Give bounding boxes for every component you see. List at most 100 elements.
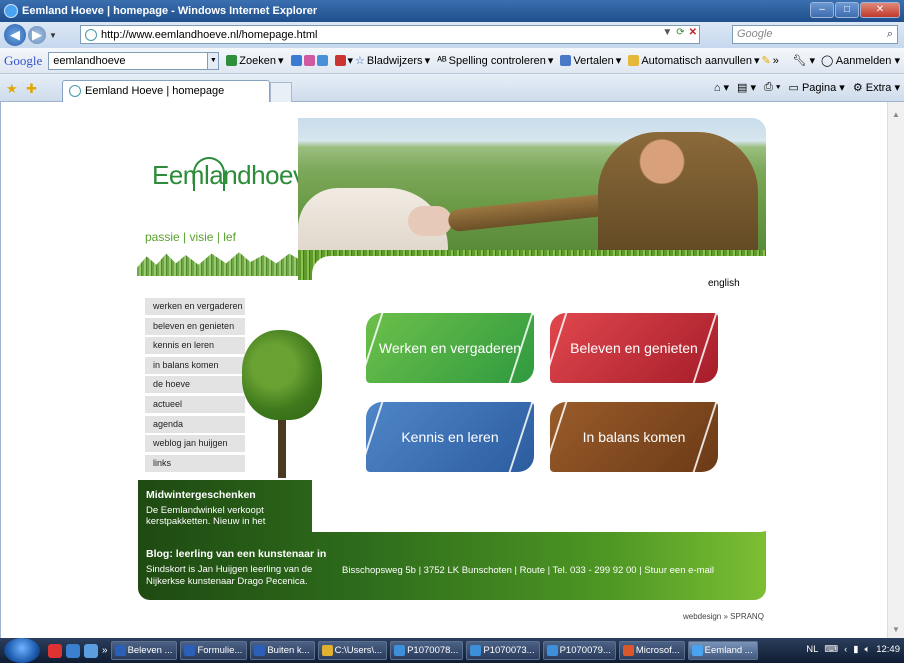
window-titlebar: Eemland Hoeve | homepage - Windows Inter… [0, 0, 904, 22]
page-icon [85, 28, 97, 41]
menu-item-links[interactable]: links [145, 454, 245, 472]
blog-body: Sindskort is Jan Huijgen leerling van de… [146, 564, 313, 587]
language-indicator[interactable]: NL [806, 644, 818, 655]
blocked-icon [334, 55, 346, 66]
site-logo[interactable]: Eemlandhoeve [152, 160, 320, 191]
tile-label: Kennis en leren [401, 429, 499, 445]
feeds-icon[interactable]: ▤ ▾ [737, 81, 756, 94]
url-field[interactable]: http://www.eemlandhoeve.nl/homepage.html… [80, 25, 700, 44]
close-button[interactable]: ✕ [860, 2, 900, 18]
quick-launch [48, 643, 98, 658]
taskbar-item[interactable]: Buiten k... [250, 641, 315, 660]
history-dropdown-icon[interactable]: ▼ [49, 31, 57, 40]
taskbar-item[interactable]: P1070078... [390, 641, 464, 660]
tray-expand-icon[interactable]: ‹ [844, 644, 847, 655]
menu-item-balans[interactable]: in balans komen [145, 356, 245, 374]
keyboard-icon[interactable]: ⌨ [824, 644, 838, 655]
tree-illustration [232, 330, 332, 478]
google-logo: Google [4, 52, 43, 68]
tab-active[interactable]: Eemland Hoeve | homepage [62, 80, 270, 102]
taskbar-item[interactable]: Beleven ... [110, 641, 178, 660]
tile-in-balans-komen[interactable]: In balans komen [542, 402, 726, 472]
add-favorites-icon[interactable]: ✚ [26, 81, 37, 97]
add-button-icon [316, 55, 328, 66]
new-tab-button[interactable] [270, 82, 292, 102]
start-button[interactable] [4, 638, 40, 663]
page-menu[interactable]: ▭ Pagina ▾ [789, 81, 845, 94]
menu-item-agenda[interactable]: agenda [145, 415, 245, 433]
webdesign-credit[interactable]: webdesign » SPRANQ [683, 612, 764, 621]
blog-title[interactable]: Blog: leerling van een kunstenaar in [146, 548, 326, 560]
autofill-button[interactable]: Automatisch aanvullen ▾ ✎ » [628, 54, 779, 67]
menu-item-werken[interactable]: werken en vergaderen [145, 298, 245, 315]
bookmarks-button[interactable]: ▾ ☆ Bladwijzers ▾ [334, 54, 430, 67]
home-icon[interactable]: ⌂ ▾ [714, 81, 729, 94]
office-icon [622, 645, 634, 656]
google-search-dropdown[interactable]: ▼ [208, 51, 220, 70]
panel-bottom [312, 480, 766, 532]
google-search-input[interactable]: eemlandhoeve [48, 51, 209, 70]
back-button[interactable]: ◀ [4, 24, 26, 46]
favorites-star-icon[interactable]: ★ [6, 81, 18, 97]
translate-button[interactable]: Vertalen ▾ [560, 54, 621, 67]
tile-kennis-en-leren[interactable]: Kennis en leren [358, 402, 542, 472]
stop-icon[interactable]: ✕ [689, 27, 697, 38]
taskbar-item[interactable]: P1070073... [466, 641, 540, 660]
minimize-button[interactable]: – [810, 2, 834, 18]
menu-item-actueel[interactable]: actueel [145, 395, 245, 413]
forward-button[interactable]: ▶ [28, 26, 46, 44]
clock[interactable]: 12:49 [876, 644, 900, 655]
menu-item-beleven[interactable]: beleven en genieten [145, 317, 245, 335]
scroll-up-icon[interactable]: ▲ [892, 110, 900, 119]
window-title: Eemland Hoeve | homepage - Windows Inter… [22, 5, 318, 17]
translate-icon [560, 55, 572, 66]
toolbar-extra-icons[interactable] [290, 55, 328, 66]
search-icon[interactable]: ⌕ [887, 26, 893, 43]
tile-werken-en-vergaderen[interactable]: Werken en vergaderen [358, 313, 542, 383]
menu-item-weblog[interactable]: weblog jan huijgen [145, 435, 245, 453]
search-input[interactable]: Google ⌕ [732, 25, 898, 44]
wrench-icon[interactable]: 🔧︎ ▾ [792, 54, 815, 67]
tools-menu[interactable]: ⚙ Extra ▾ [853, 81, 900, 94]
menu-item-hoeve[interactable]: de hoeve [145, 376, 245, 394]
quicklaunch-app-icon[interactable] [48, 643, 62, 658]
tile-beleven-en-genieten[interactable]: Beleven en genieten [542, 313, 726, 383]
taskbar-item-active[interactable]: Eemland ... [687, 641, 758, 660]
main-menu: werken en vergaderen beleven en genieten… [145, 298, 245, 474]
url-dropdown-icon[interactable]: ▼ [662, 27, 672, 38]
image-icon [470, 645, 482, 656]
tab-title: Eemland Hoeve | homepage [85, 85, 225, 97]
tile-label: Werken en vergaderen [378, 340, 522, 356]
network-icon[interactable]: ▮ [853, 644, 858, 655]
menu-item-kennis[interactable]: kennis en leren [145, 337, 245, 355]
maximize-button[interactable]: □ [835, 2, 859, 18]
url-text: http://www.eemlandhoeve.nl/homepage.html [101, 28, 318, 41]
search-placeholder: Google [737, 28, 773, 40]
contact-address-line[interactable]: Bisschopsweg 5b | 3752 LK Bunschoten | R… [342, 565, 714, 576]
print-icon[interactable]: ⎙ ▾ [764, 81, 780, 94]
highlight-icon [303, 55, 315, 66]
refresh-icon[interactable]: ⟳ [676, 27, 684, 38]
quicklaunch-more-icon[interactable]: » [102, 645, 108, 656]
taskbar-item[interactable]: Microsof... [618, 641, 685, 660]
switch-windows-icon[interactable] [84, 643, 98, 658]
news-title[interactable]: Midwintergeschenken [146, 489, 256, 501]
image-icon [546, 645, 558, 656]
word-icon [114, 645, 126, 656]
tile-label: In balans komen [582, 429, 686, 445]
scroll-down-icon[interactable]: ▼ [892, 625, 900, 634]
taskbar-item[interactable]: P1070079... [542, 641, 616, 660]
google-search-button[interactable]: Zoeken ▾ [226, 54, 284, 67]
tree-crown [242, 330, 322, 420]
taskbar-item[interactable]: Formulie... [180, 641, 248, 660]
volume-icon[interactable]: 🔈︎ [865, 644, 871, 655]
google-toolbar: Google eemlandhoeve ▼ Zoeken ▾ ▾ ☆ Bladwi… [0, 48, 904, 74]
taskbar-item[interactable]: C:\Users\... [317, 641, 388, 660]
show-desktop-icon[interactable] [66, 643, 80, 658]
spellcheck-icon: ᴬᴮ [437, 54, 447, 67]
vertical-scrollbar[interactable]: ▲ ▼ [887, 102, 904, 638]
word-icon [184, 645, 196, 656]
language-link-english[interactable]: english [708, 278, 740, 289]
signin-button[interactable]: ◯ Aanmelden ▾ [821, 54, 900, 67]
spellcheck-button[interactable]: ᴬᴮ Spelling controleren ▾ [437, 54, 553, 68]
